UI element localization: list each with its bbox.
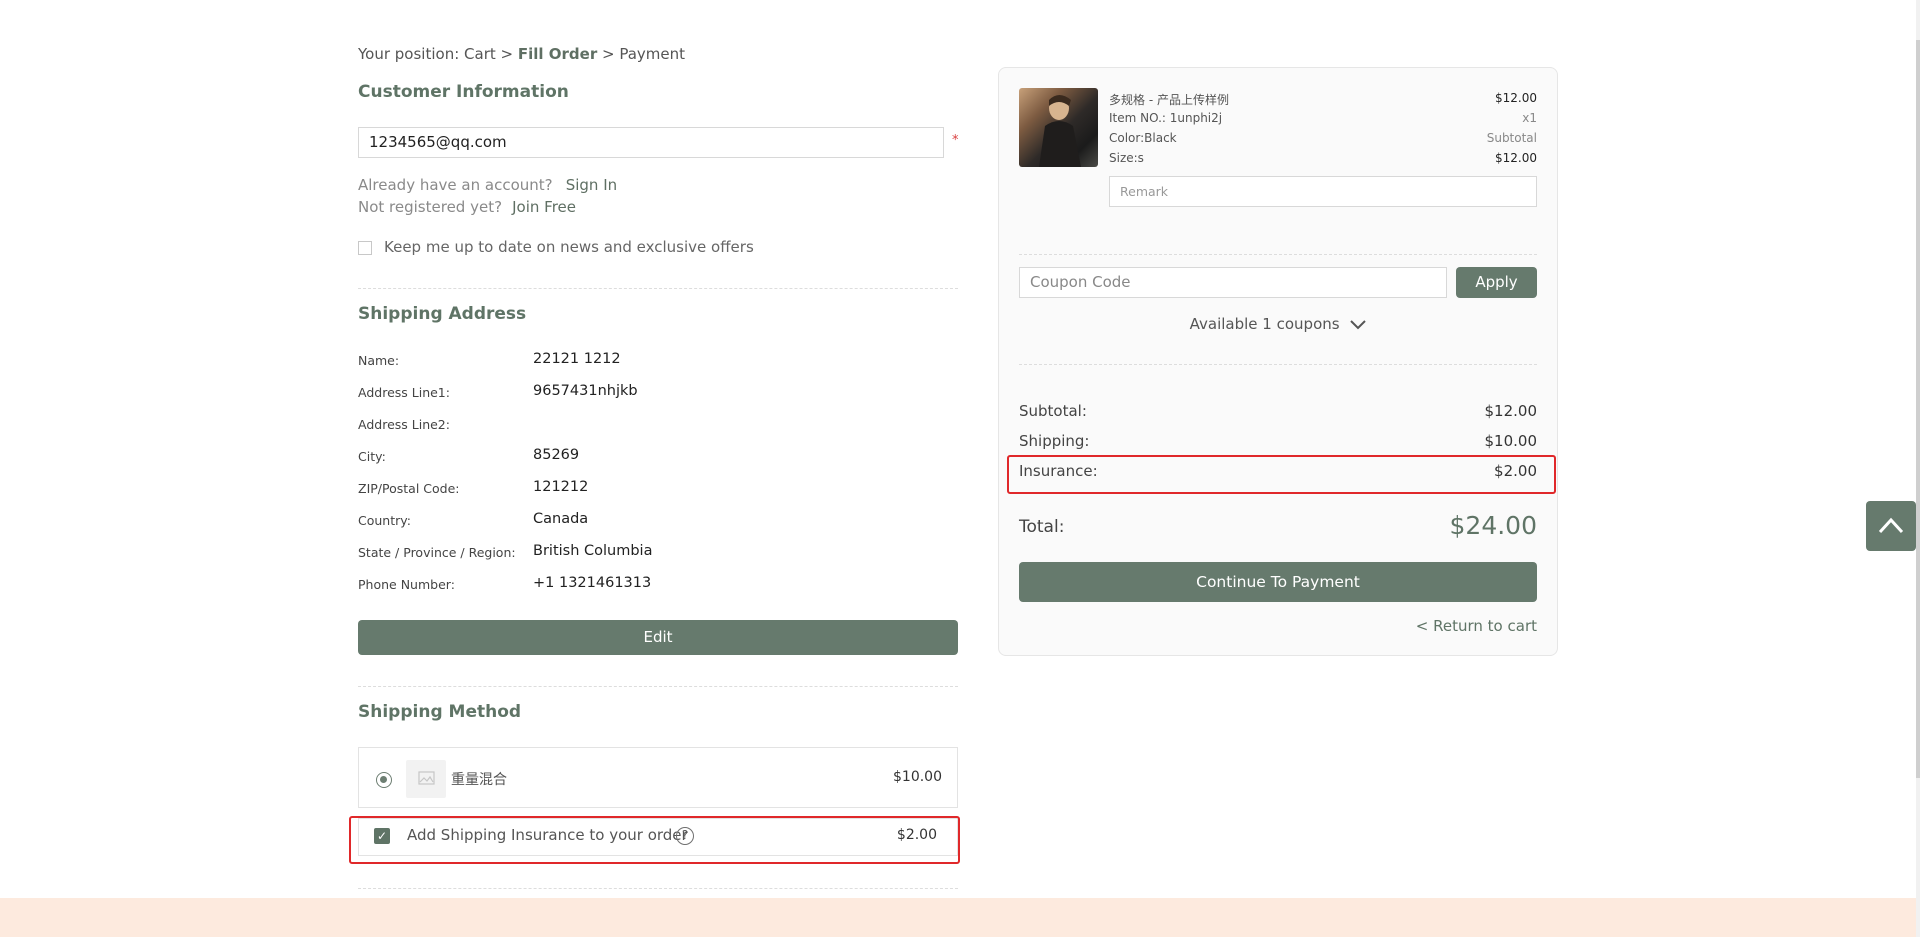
breadcrumb: Your position: Cart > Fill Order > Payme… [358, 45, 685, 63]
address-value-zip: 121212 [533, 479, 589, 495]
chevron-up-icon [1878, 516, 1904, 538]
product-qty: x1 [1522, 111, 1537, 125]
address-label-name: Name: [358, 353, 400, 368]
available-coupons-toggle[interactable]: Available 1 coupons [1019, 315, 1537, 334]
back-to-top-button[interactable] [1866, 501, 1916, 551]
sign-in-link[interactable]: Sign In [566, 176, 617, 194]
scrollbar-thumb[interactable] [1916, 40, 1920, 778]
address-value-country: Canada [533, 511, 589, 527]
chevron-down-icon [1350, 316, 1367, 334]
shipping-option-name: 重量混合 [451, 772, 507, 788]
address-label-state: State / Province / Region: [358, 545, 516, 560]
total-label: Total: [1019, 517, 1065, 537]
coupon-input[interactable]: Coupon Code [1019, 267, 1447, 298]
shipping-option-radio[interactable] [376, 772, 392, 788]
address-value-city: 85269 [533, 447, 580, 463]
register-prompt: Not registered yet? [358, 198, 503, 216]
address-label-zip: ZIP/Postal Code: [358, 481, 460, 496]
divider [1019, 364, 1537, 365]
breadcrumb-current: Fill Order [517, 45, 598, 63]
address-value-phone: +1 1321461313 [533, 575, 652, 591]
newsletter-label: Keep me up to date on news and exclusive… [384, 238, 754, 256]
address-label-line2: Address Line2: [358, 417, 450, 432]
breadcrumb-cart[interactable]: Your position: Cart > [358, 45, 513, 63]
address-label-city: City: [358, 449, 386, 464]
available-coupons-label: Available 1 coupons [1189, 315, 1340, 333]
customer-info-title: Customer Information [358, 82, 569, 102]
sign-in-row: Already have an account? Sign In [358, 175, 617, 194]
address-label-phone: Phone Number: [358, 577, 455, 592]
product-subtotal-label: Subtotal [1486, 131, 1537, 145]
product-image [1019, 88, 1098, 167]
apply-coupon-button[interactable]: Apply [1456, 267, 1537, 298]
divider [358, 888, 958, 889]
remark-input[interactable]: Remark [1109, 176, 1537, 207]
email-field[interactable]: 1234565@qq.com [358, 127, 944, 158]
product-subtotal-value: $12.00 [1495, 151, 1537, 165]
product-color: Color:Black [1109, 131, 1177, 145]
address-value-line1: 9657431nhjkb [533, 383, 638, 399]
image-placeholder-icon [406, 760, 446, 798]
subtotal-value: $12.00 [1484, 402, 1538, 420]
address-label-country: Country: [358, 513, 411, 528]
shipping-value: $10.00 [1484, 432, 1538, 450]
required-mark: * [952, 133, 959, 148]
edit-address-button[interactable]: Edit [358, 620, 958, 655]
shipping-option-price: $10.00 [893, 769, 942, 785]
product-price: $12.00 [1495, 91, 1537, 105]
shipping-label: Shipping: [1019, 432, 1090, 450]
product-size: Size:s [1109, 151, 1144, 165]
divider [358, 288, 958, 289]
product-name: 多规格 - 产品上传样例 [1109, 93, 1229, 107]
account-prompt: Already have an account? [358, 176, 553, 194]
shipping-method-title: Shipping Method [358, 702, 522, 722]
highlight-frame [1007, 455, 1556, 494]
join-free-link[interactable]: Join Free [512, 198, 576, 216]
product-item-no: Item NO.: 1unphi2j [1109, 111, 1223, 125]
address-label-line1: Address Line1: [358, 385, 450, 400]
register-row: Not registered yet? Join Free [358, 197, 576, 216]
continue-to-payment-button[interactable]: Continue To Payment [1019, 562, 1537, 602]
address-value-state: British Columbia [533, 543, 653, 559]
divider [358, 686, 958, 687]
shipping-address-title: Shipping Address [358, 304, 527, 324]
breadcrumb-payment: > Payment [602, 45, 686, 63]
newsletter-checkbox[interactable] [358, 241, 372, 255]
subtotal-label: Subtotal: [1019, 402, 1087, 420]
highlight-frame [349, 816, 960, 864]
footer-band [0, 898, 1916, 937]
return-to-cart-link[interactable]: < Return to cart [1387, 617, 1537, 635]
total-value: $24.00 [1449, 511, 1537, 540]
divider [1019, 254, 1537, 255]
address-value-name: 22121 1212 [533, 351, 621, 367]
